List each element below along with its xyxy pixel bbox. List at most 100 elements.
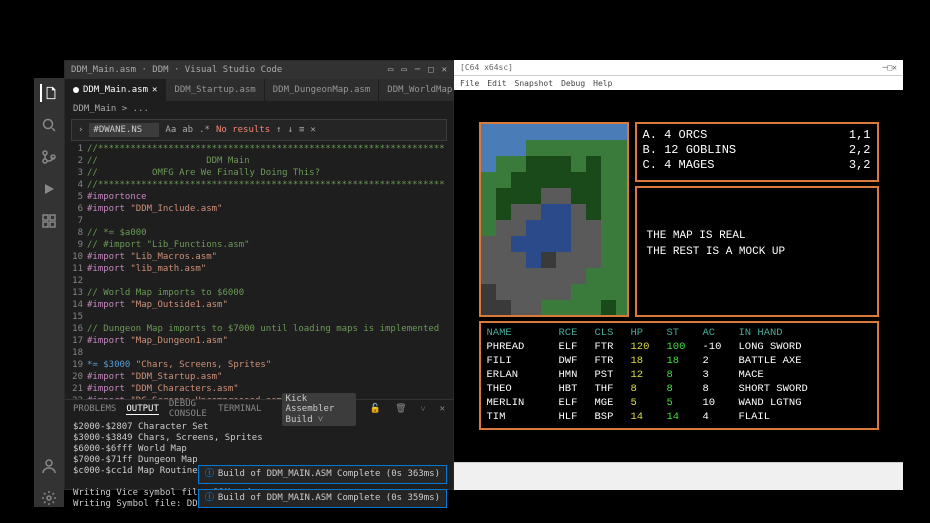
enemy-row: A. 4 ORCS1,1: [643, 128, 871, 143]
menu-item[interactable]: File: [460, 79, 479, 88]
next-match-icon[interactable]: ↓: [288, 125, 293, 135]
game-screen: A. 4 ORCS1,1B. 12 GOBLINS2,2C. 4 MAGES3,…: [469, 116, 889, 436]
code-line[interactable]: #importonce: [87, 191, 453, 203]
emulator-menu: File Edit Snapshot Debug Help: [454, 76, 903, 90]
message-box: THE MAP IS REAL THE REST IS A MOCK UP: [635, 186, 879, 317]
code-line[interactable]: #import "DDM_Startup.asm": [87, 371, 453, 383]
editor-tab[interactable]: DDM_Startup.asm: [166, 79, 264, 101]
editor-tabs: DDM_Main.asm ✕ DDM_Startup.asm DDM_DungeonM…: [65, 79, 453, 101]
message-line: THE REST IS A MOCK UP: [647, 244, 867, 260]
notification-toast[interactable]: ⓘ Build of DDM_MAIN.ASM Complete (0s 359m…: [198, 489, 447, 508]
window-titlebar: DDM_Main.asm · DDM · Visual Studio Code …: [65, 61, 453, 79]
code-line[interactable]: //**************************************…: [87, 179, 453, 191]
tab-label: DDM_Main.asm: [83, 85, 148, 95]
party-header: HP: [631, 326, 667, 340]
code-line[interactable]: [87, 215, 453, 227]
match-word-icon[interactable]: ab: [182, 125, 193, 135]
notification-toast[interactable]: ⓘ Build of DDM_MAIN.ASM Complete (0s 363m…: [198, 465, 447, 484]
party-row: THEOHBTTHF888SHORT SWORD: [487, 382, 871, 396]
party-header: NAME: [487, 326, 559, 340]
editor-tab[interactable]: DDM_DungeonMap.asm: [265, 79, 380, 101]
code-line[interactable]: #import "Map_Outside1.asm": [87, 299, 453, 311]
code-line[interactable]: // DDM Main: [87, 155, 453, 167]
chevron-right-icon[interactable]: ›: [78, 125, 83, 135]
emulator-statusbar: [454, 462, 903, 490]
regex-icon[interactable]: .*: [199, 125, 210, 135]
menu-item[interactable]: Debug: [561, 79, 585, 88]
window-title: DDM_Main.asm · DDM · Visual Studio Code: [71, 65, 282, 75]
find-result-count: No results: [216, 125, 270, 135]
party-row: MERLINELFMGE5510WAND LGTNG: [487, 396, 871, 410]
editor[interactable]: 1234567891011121314151617181920212223242…: [65, 143, 453, 399]
output-panel[interactable]: $2000-$2807 Character Set$3000-$3849 Cha…: [65, 418, 453, 514]
code-line[interactable]: #import "Lib_Macros.asm": [87, 251, 453, 263]
output-line: $3000-$3849 Chars, Screens, Sprites: [73, 433, 445, 444]
code-line[interactable]: #import "DDM_Characters.asm": [87, 383, 453, 395]
code-line[interactable]: #import "Map_Dungeon1.asm": [87, 335, 453, 347]
panel-tab[interactable]: OUTPUT: [126, 404, 159, 415]
breadcrumb[interactable]: DDM_Main > ...: [65, 101, 453, 117]
close-tab-icon[interactable]: ✕: [152, 85, 157, 95]
lock-icon[interactable]: 🔓: [370, 404, 381, 414]
emulator-title: [C64 x64sc]: [460, 63, 513, 72]
enemy-row: B. 12 GOBLINS2,2: [643, 143, 871, 158]
find-widget: › Aa ab .* No results ↑ ↓ ≡ ✕: [71, 119, 447, 141]
layout-icon[interactable]: ▭: [388, 65, 393, 75]
code-line[interactable]: [87, 311, 453, 323]
toast-text: Build of DDM_MAIN.ASM Complete (0s 363ms…: [218, 469, 440, 480]
menu-item[interactable]: Edit: [487, 79, 506, 88]
enemy-row: C. 4 MAGES3,2: [643, 158, 871, 173]
panel-tab[interactable]: PROBLEMS: [73, 404, 116, 414]
code-line[interactable]: #import "lib_math.asm": [87, 263, 453, 275]
gear-icon[interactable]: [40, 489, 58, 507]
code-line[interactable]: // *= $a000: [87, 227, 453, 239]
party-header: IN HAND: [739, 326, 871, 340]
panel-tab[interactable]: DEBUG CONSOLE: [169, 399, 208, 419]
close-icon[interactable]: ✕: [892, 63, 897, 72]
enemy-list: A. 4 ORCS1,1B. 12 GOBLINS2,2C. 4 MAGES3,…: [635, 122, 879, 182]
emulator-titlebar: [C64 x64sc] ─ □ ✕: [454, 60, 903, 76]
match-case-icon[interactable]: Aa: [165, 125, 176, 135]
info-icon: ⓘ: [205, 493, 214, 504]
party-header: RCE: [559, 326, 595, 340]
code-line[interactable]: *= $3000 "Chars, Screens, Sprites": [87, 359, 453, 371]
find-in-selection-icon[interactable]: ≡: [299, 125, 304, 135]
minimize-icon[interactable]: ─: [415, 65, 420, 75]
toast-text: Build of DDM_MAIN.ASM Complete (0s 359ms…: [218, 493, 440, 504]
output-line: $2000-$2807 Character Set: [73, 422, 445, 433]
party-row: FILIDWFFTR18182BATTLE AXE: [487, 354, 871, 368]
code-line[interactable]: // World Map imports to $6000: [87, 287, 453, 299]
info-icon: ⓘ: [205, 469, 214, 480]
tab-label: DDM_DungeonMap.asm: [273, 85, 371, 95]
code-line[interactable]: [87, 347, 453, 359]
code-line[interactable]: // #import "Lib_Functions.asm": [87, 239, 453, 251]
party-header: AC: [703, 326, 739, 340]
close-panel-icon[interactable]: ✕: [440, 404, 445, 414]
maximize-icon[interactable]: □: [428, 65, 433, 75]
party-header: ST: [667, 326, 703, 340]
party-row: PHREADELFFTR120100-10LONG SWORD: [487, 340, 871, 354]
chevron-down-icon[interactable]: ˅: [421, 404, 426, 415]
panel-tab[interactable]: TERMINAL: [218, 404, 261, 414]
code-line[interactable]: [87, 275, 453, 287]
party-header: CLS: [595, 326, 631, 340]
party-table: NAMERCECLSHPSTACIN HANDPHREADELFFTR12010…: [479, 321, 879, 430]
editor-tab[interactable]: DDM_Main.asm ✕: [65, 79, 166, 101]
close-icon[interactable]: ✕: [442, 65, 447, 75]
find-input[interactable]: [89, 123, 159, 137]
menu-item[interactable]: Snapshot: [515, 79, 554, 88]
game-map: [479, 122, 629, 317]
prev-match-icon[interactable]: ↑: [276, 125, 281, 135]
tab-label: DDM_Startup.asm: [174, 85, 255, 95]
layout-icon[interactable]: ▭: [401, 65, 406, 75]
code-line[interactable]: // OMFG Are We Finally Doing This?: [87, 167, 453, 179]
close-find-icon[interactable]: ✕: [310, 125, 315, 135]
message-line: THE MAP IS REAL: [647, 228, 867, 244]
party-row: ERLANHMNPST1283MACE: [487, 368, 871, 382]
code-line[interactable]: #import "DDM_Include.asm": [87, 203, 453, 215]
code-line[interactable]: // Dungeon Map imports to $7000 until lo…: [87, 323, 453, 335]
panel-tabs: PROBLEMSOUTPUTDEBUG CONSOLETERMINALKick …: [65, 400, 453, 418]
code-line[interactable]: //**************************************…: [87, 143, 453, 155]
clear-icon[interactable]: 🗑: [395, 404, 406, 414]
menu-item[interactable]: Help: [593, 79, 612, 88]
